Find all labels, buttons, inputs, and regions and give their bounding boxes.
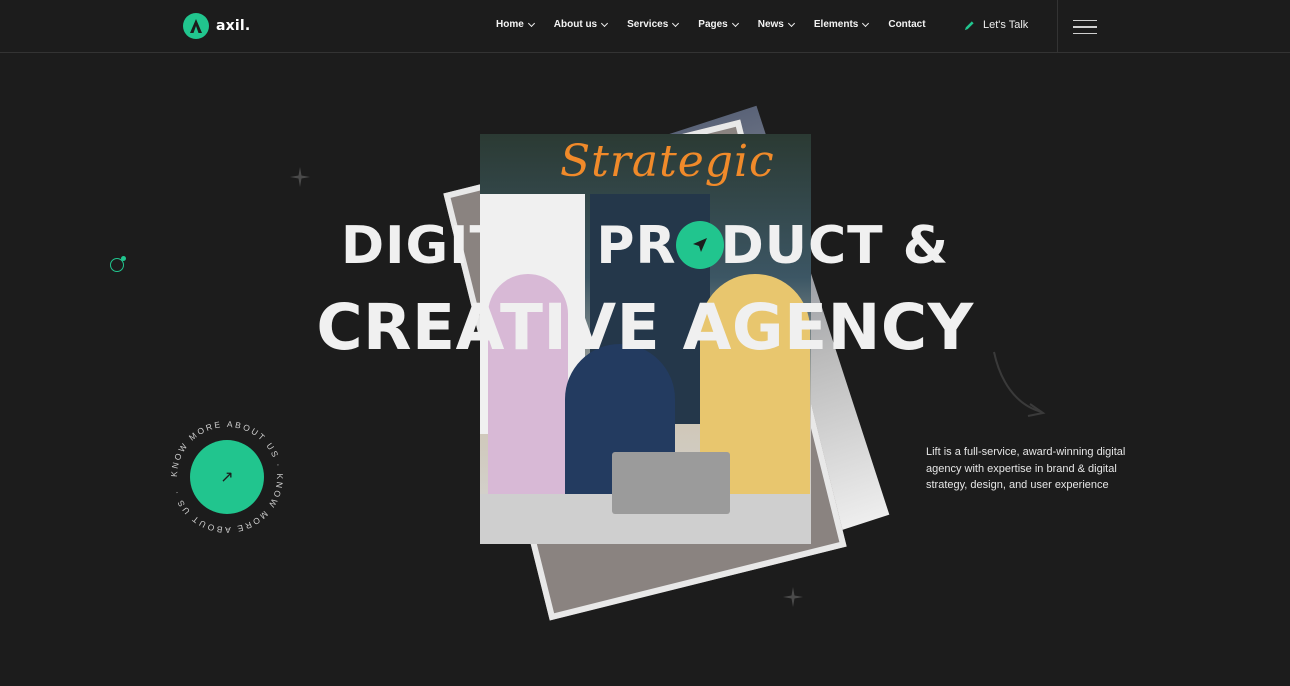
- curved-arrow-icon: [993, 351, 1046, 417]
- script-word: Strategic: [560, 136, 775, 187]
- chevron-down-icon: [601, 19, 609, 27]
- nav-item-contact[interactable]: Contact: [888, 19, 925, 30]
- logo-mark-icon: [183, 13, 209, 39]
- main-nav: Home About us Services Pages News Elemen…: [496, 19, 946, 30]
- nav-label: Contact: [888, 19, 926, 30]
- nav-item-pages[interactable]: Pages: [698, 19, 739, 30]
- logo[interactable]: axil.: [183, 13, 250, 39]
- nav-label: Services: [627, 19, 669, 30]
- nav-label: News: [757, 19, 784, 30]
- nav-label: Home: [496, 19, 524, 30]
- header-divider: [1057, 0, 1058, 53]
- sparkle-icon: [783, 587, 803, 607]
- headline-line-1: DIGITAL PR DUCT &: [0, 220, 1290, 272]
- hamburger-icon[interactable]: [1073, 20, 1097, 34]
- lets-talk-button[interactable]: Let's Talk: [964, 19, 1028, 31]
- chevron-down-icon: [731, 19, 739, 27]
- logo-text: axil.: [216, 18, 251, 34]
- nav-item-home[interactable]: Home: [496, 19, 535, 30]
- lets-talk-label: Let's Talk: [983, 19, 1029, 31]
- headline-line-2: CREATIVE AGENCY: [316, 291, 974, 364]
- chevron-down-icon: [862, 19, 870, 27]
- nav-label: Elements: [813, 19, 859, 30]
- chevron-down-icon: [672, 19, 680, 27]
- headline-part-b: DUCT &: [720, 216, 950, 276]
- pencil-icon: [964, 20, 974, 30]
- know-more-about-us-badge[interactable]: KNOW MORE ABOUT US · KNOW MORE ABOUT US …: [171, 421, 283, 533]
- nav-item-elements[interactable]: Elements: [813, 19, 870, 30]
- hero-description: Lift is a full-service, award-winning di…: [926, 446, 1126, 491]
- sparkle-icon: [290, 167, 310, 187]
- nav-label: About us: [553, 19, 598, 30]
- site-header: axil. Home About us Services Pages News …: [0, 0, 1290, 53]
- chevron-down-icon: [787, 19, 795, 27]
- headline-part-a: DIGITAL PR: [340, 216, 677, 276]
- chevron-down-icon: [527, 19, 535, 27]
- nav-item-news[interactable]: News: [757, 19, 795, 30]
- send-icon: [676, 221, 724, 269]
- nav-item-services[interactable]: Services: [627, 19, 680, 30]
- nav-label: Pages: [698, 19, 728, 30]
- arrow-up-right-icon[interactable]: ↗: [190, 440, 264, 514]
- nav-item-about-us[interactable]: About us: [553, 19, 609, 30]
